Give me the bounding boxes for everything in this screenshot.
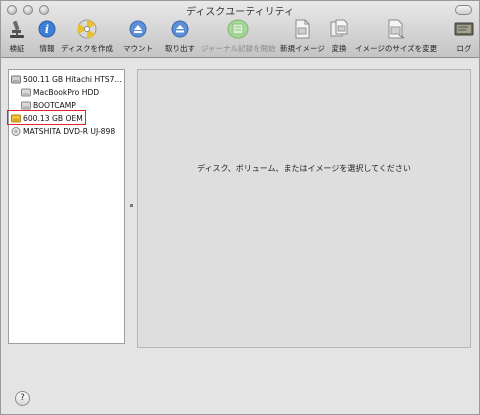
toolbar-label: ディスクを作成 [61,44,113,53]
volume-item-label: BOOTCAMP [33,100,76,110]
eject-icon [169,18,191,40]
detail-pane: ディスク、ボリューム、またはイメージを選択してください [137,69,471,348]
burn-disc-icon [76,18,98,40]
title-toolbar-area: ディスクユーティリティ 検証 i 情報 ディスクを作成 マウント 取り出す ジャ… [1,1,479,58]
resize-image-button[interactable]: イメージのサイズを変更 [355,18,437,56]
volume-item-label: MacBookPro HDD [33,87,100,97]
toolbar-label: 変換 [331,44,347,53]
disk-item-hitachi[interactable]: 500.11 GB Hitachi HTS7... [11,73,122,85]
new-image-button[interactable]: 新規イメージ [280,18,325,56]
resize-image-icon [385,18,407,40]
toolbar-label: ジャーナル記録を開始 [201,44,276,53]
disk-utility-window: ディスクユーティリティ 検証 i 情報 ディスクを作成 マウント 取り出す ジャ… [0,0,480,415]
window-title: ディスクユーティリティ [185,7,295,18]
toolbar-label: 情報 [39,44,55,53]
toolbar: 検証 i 情報 ディスクを作成 マウント 取り出す ジャーナル記録を開始 新規イ… [1,18,479,56]
toolbar-toggle-button[interactable] [455,5,472,15]
info-button[interactable]: i 情報 [36,18,58,56]
disk-item-label: MATSHITA DVD-R UJ-898 [23,126,116,136]
log-button[interactable]: ログ [453,18,475,56]
microscope-icon [6,18,28,40]
optical-drive-icon [11,126,21,136]
selection-highlight-box [7,110,86,125]
disk-item-dvd[interactable]: MATSHITA DVD-R UJ-898 [11,125,115,137]
mount-icon [127,18,149,40]
toolbar-label: 新規イメージ [280,44,325,53]
new-image-icon [291,18,313,40]
log-icon [453,18,475,40]
toolbar-label: ログ [456,44,472,53]
eject-button[interactable]: 取り出す [165,18,195,56]
volume-icon [21,101,31,109]
convert-button[interactable]: 変換 [328,18,350,56]
volume-item-macbookpro-hdd[interactable]: MacBookPro HDD [21,86,99,98]
enable-journaling-button[interactable]: ジャーナル記録を開始 [201,18,276,56]
svg-text:i: i [45,23,49,36]
disk-item-label: 500.11 GB Hitachi HTS7... [23,74,122,84]
toolbar-label: 検証 [9,44,25,53]
empty-selection-message: ディスク、ボリューム、またはイメージを選択してください [197,164,411,173]
mount-button[interactable]: マウント [123,18,153,56]
toolbar-label: 取り出す [165,44,195,53]
verify-button[interactable]: 検証 [6,18,28,56]
toolbar-label: マウント [123,44,153,53]
toolbar-label: イメージのサイズを変更 [355,44,438,53]
convert-icon [328,18,350,40]
burn-button[interactable]: ディスクを作成 [61,18,113,56]
journal-icon [227,18,249,40]
help-button[interactable]: ? [15,391,30,406]
volume-icon [21,88,31,96]
hard-disk-icon [11,75,21,83]
splitter-handle[interactable] [130,204,133,207]
info-icon: i [36,18,58,40]
